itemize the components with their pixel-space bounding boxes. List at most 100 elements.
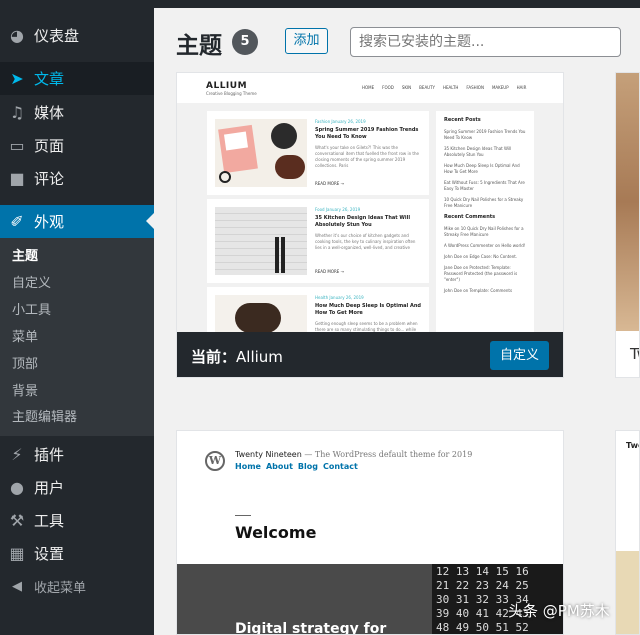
theme-name-text: Tw — [630, 345, 639, 363]
pin-icon: ➤ — [10, 69, 24, 88]
theme-screenshot — [616, 551, 639, 634]
theme-card-partial[interactable]: Twe — [615, 430, 640, 635]
recent-comment: Jane Doe on Protected: Template: Passwor… — [444, 265, 518, 282]
current-arrow — [146, 213, 154, 229]
tn-nav-item: About — [265, 462, 293, 471]
search-themes-input[interactable] — [350, 27, 621, 57]
submenu-item-menus[interactable]: 菜单 — [12, 327, 38, 349]
tn-site-desc: — The WordPress default theme for 2019 — [304, 450, 473, 459]
theme-card-partial[interactable]: Tw — [615, 72, 640, 378]
settings-icon: ▦ — [9, 544, 25, 563]
sidebar-item-settings[interactable]: ▦ 设置 — [0, 537, 154, 570]
sidebar-item-users[interactable]: ● 用户 — [0, 471, 154, 504]
submenu-item-widgets[interactable]: 小工具 — [12, 300, 51, 322]
active-theme-label: 当前：Allium — [191, 346, 283, 367]
post-read-more: READ MORE → — [315, 181, 344, 186]
tn-nav-item: Blog — [297, 462, 318, 471]
wrench-icon: ⚒ — [9, 511, 25, 530]
recent-post-link: 35 Kitchen Design Ideas That Will Absolu… — [444, 146, 512, 157]
recent-comments-heading: Recent Comments — [444, 214, 496, 220]
admin-top-strip — [154, 0, 640, 8]
allium-nav-item: HOME — [362, 85, 375, 90]
tn-site-name: Twenty Nineteen — [235, 450, 302, 459]
user-icon: ● — [10, 478, 24, 497]
dashboard-icon: ◕ — [10, 26, 24, 45]
appearance-submenu: 主题 自定义 小工具 菜单 顶部 背景 主题编辑器 — [0, 238, 154, 436]
post-title: 35 Kitchen Design Ideas That Will Absolu… — [315, 215, 411, 228]
theme-screenshot — [616, 73, 639, 331]
post-thumbnail-book — [215, 119, 307, 187]
submenu-item-customize[interactable]: 自定义 — [12, 273, 51, 295]
page-title: 主题 — [176, 33, 222, 59]
sidebar-item-tools[interactable]: ⚒ 工具 — [0, 504, 154, 537]
recent-posts-heading: Recent Posts — [444, 117, 481, 123]
post-meta: Fashion January 26, 2019 — [315, 119, 366, 124]
allium-nav-item: BEAUTY — [419, 85, 435, 90]
post-excerpt: Whether it's our choice of kitchen gadge… — [315, 233, 416, 250]
tn-nav-item: Home — [235, 462, 261, 471]
recent-post-link: Spring Summer 2019 Fashion Trends You Ne… — [444, 129, 526, 140]
theme-count-badge: 5 — [232, 29, 258, 55]
theme-name: Tw — [616, 331, 639, 377]
sidebar-item-media[interactable]: ♫ 媒体 — [0, 96, 154, 129]
page-icon: ▭ — [9, 136, 25, 155]
active-theme-footer: 当前：Allium 自定义 — [177, 332, 563, 377]
allium-nav-item: SKIN — [401, 85, 412, 90]
recent-post-link: How Much Deep Sleep Is Optimal And How T… — [444, 163, 520, 174]
allium-nav-item: FASHION — [466, 85, 484, 90]
post-excerpt: What's your take on Gilets?! This was th… — [315, 145, 419, 168]
admin-sidebar: ◕ 仪表盘 ➤ 文章 ♫ 媒体 ▭ 页面 ■ 评论 ✐ 外观 主题 自定义 小工… — [0, 0, 154, 635]
active-prefix: 当前： — [191, 348, 237, 366]
active-theme-name: Allium — [236, 348, 283, 366]
recent-comment: A WordPress Commenter on Hello world! — [444, 243, 526, 248]
tn-divider — [235, 515, 251, 516]
post-meta: Health January 26, 2019 — [315, 295, 364, 300]
sidebar-item-dashboard[interactable]: ◕ 仪表盘 — [0, 19, 154, 52]
theme-screenshot-header: ALLIUM Creative Blogging Theme HOME FOOD… — [177, 73, 563, 103]
tn-nav: Home About Blog Contact — [235, 462, 358, 471]
add-theme-button[interactable]: 添加 — [285, 28, 328, 54]
sidebar-item-plugins[interactable]: ⚡ 插件 — [0, 438, 154, 471]
tn-site-title: Twenty Nineteen — The WordPress default … — [235, 450, 472, 459]
theme-card-twenty-nineteen[interactable]: W Twenty Nineteen — The WordPress defaul… — [176, 430, 564, 635]
submenu-item-background[interactable]: 背景 — [12, 381, 38, 403]
allium-nav: HOME FOOD SKIN BEAUTY HEALTH FASHION MAK… — [362, 85, 526, 90]
sidebar-item-appearance[interactable]: ✐ 外观 — [0, 205, 154, 238]
submenu-item-header[interactable]: 顶部 — [12, 354, 38, 376]
allium-tagline: Creative Blogging Theme — [206, 91, 257, 96]
wordpress-logo-icon: W — [205, 451, 225, 471]
collapse-arrow-icon: ◀ — [12, 578, 22, 594]
submenu-item-themes[interactable]: 主题 — [12, 246, 38, 268]
post-title: Spring Summer 2019 Fashion Trends You Ne… — [315, 127, 419, 140]
theme-preview-text: Twe — [626, 441, 639, 450]
media-icon: ♫ — [9, 103, 25, 122]
theme-screenshot-body: Fashion January 26, 2019 Spring Summer 2… — [177, 103, 563, 371]
allium-sidebar: Recent Posts Spring Summer 2019 Fashion … — [436, 111, 534, 333]
allium-post: Fashion January 26, 2019 Spring Summer 2… — [207, 111, 429, 195]
post-thumbnail-kitchen — [215, 207, 307, 275]
comment-icon: ■ — [9, 169, 25, 188]
customize-button[interactable]: 自定义 — [490, 341, 549, 370]
allium-logo: ALLIUM — [206, 81, 248, 91]
sidebar-item-pages[interactable]: ▭ 页面 — [0, 129, 154, 162]
brush-icon: ✐ — [10, 212, 24, 231]
collapse-menu-button[interactable]: ◀ 收起菜单 — [0, 574, 86, 598]
plugin-icon: ⚡ — [11, 445, 23, 464]
allium-nav-item: FOOD — [382, 85, 394, 90]
recent-comment: John Doe on Edge Case: No Content. — [444, 254, 518, 259]
recent-post-link: 10 Quick Dry Nail Polishes for a Streaky… — [444, 197, 524, 208]
tn-nav-item: Contact — [322, 462, 358, 471]
allium-nav-item: MAKEUP — [491, 85, 509, 90]
sidebar-item-posts[interactable]: ➤ 文章 — [0, 62, 154, 95]
submenu-item-theme-editor[interactable]: 主题编辑器 — [12, 407, 77, 429]
tn-hero-text: Digital strategy for — [235, 621, 387, 635]
allium-nav-item: HEALTH — [443, 85, 459, 90]
watermark: 头条 @PM苏木 — [508, 602, 610, 620]
recent-comment: Mike on 10 Quick Dry Nail Polishes for a… — [444, 226, 524, 237]
theme-card-allium[interactable]: ALLIUM Creative Blogging Theme HOME FOOD… — [176, 72, 564, 378]
allium-post: Food January 26, 2019 35 Kitchen Design … — [207, 199, 429, 283]
post-meta: Food January 26, 2019 — [315, 207, 361, 212]
sidebar-item-comments[interactable]: ■ 评论 — [0, 162, 154, 195]
recent-post-link: Eat Without Fuss: 5 Ingredients That Are… — [444, 180, 525, 191]
post-read-more: READ MORE → — [315, 269, 344, 274]
